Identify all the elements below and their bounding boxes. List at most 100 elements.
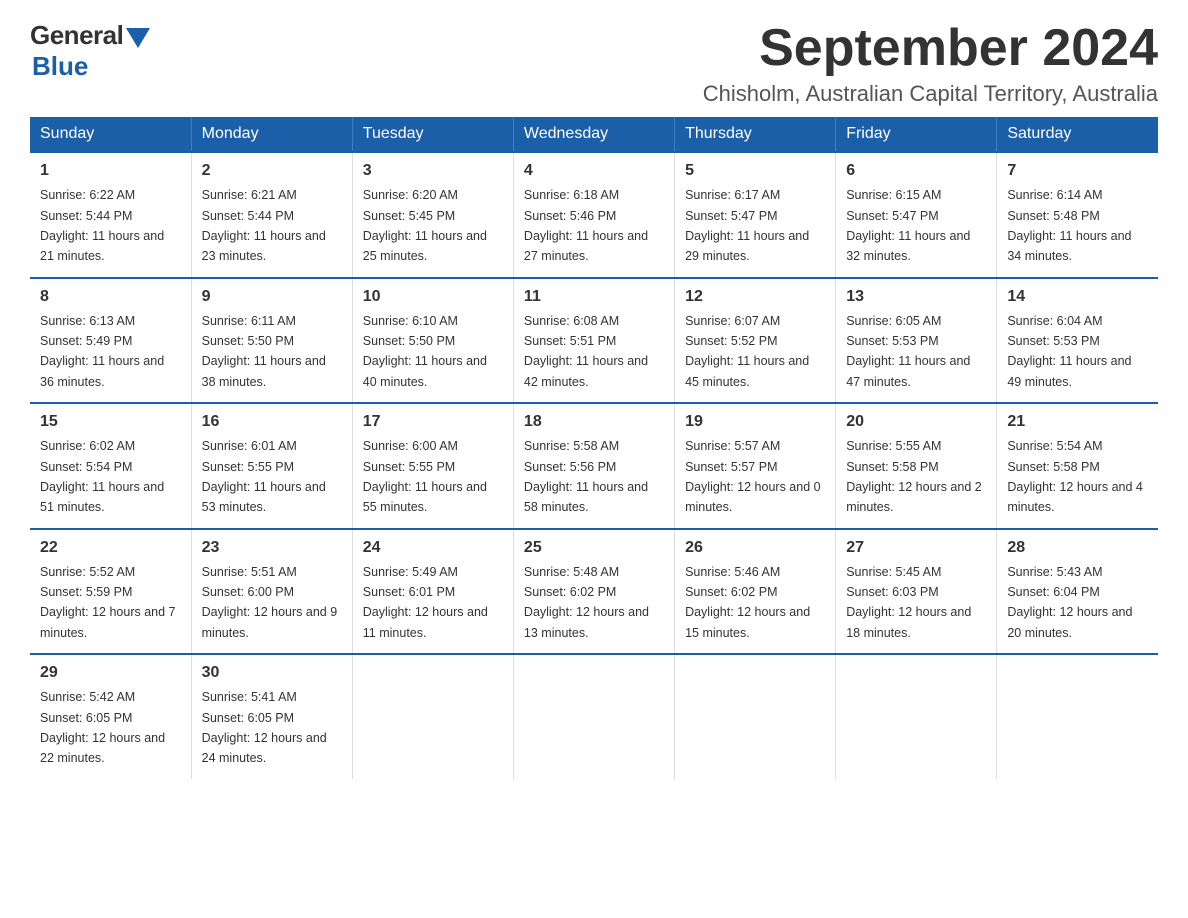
day-number: 19 <box>685 410 825 434</box>
logo-blue-text: Blue <box>32 51 88 82</box>
header-cell-sunday: Sunday <box>30 117 191 152</box>
calendar-cell <box>513 654 674 779</box>
day-number: 3 <box>363 159 503 183</box>
day-info: Sunrise: 6:05 AMSunset: 5:53 PMDaylight:… <box>846 314 970 389</box>
location-title: Chisholm, Australian Capital Territory, … <box>703 81 1158 107</box>
day-number: 24 <box>363 536 503 560</box>
calendar-cell: 3 Sunrise: 6:20 AMSunset: 5:45 PMDayligh… <box>352 152 513 278</box>
day-info: Sunrise: 6:15 AMSunset: 5:47 PMDaylight:… <box>846 188 970 263</box>
calendar-header-row: SundayMondayTuesdayWednesdayThursdayFrid… <box>30 117 1158 152</box>
calendar-table: SundayMondayTuesdayWednesdayThursdayFrid… <box>30 117 1158 779</box>
calendar-cell: 15 Sunrise: 6:02 AMSunset: 5:54 PMDaylig… <box>30 403 191 529</box>
month-title: September 2024 <box>703 20 1158 77</box>
day-number: 21 <box>1007 410 1148 434</box>
calendar-cell: 18 Sunrise: 5:58 AMSunset: 5:56 PMDaylig… <box>513 403 674 529</box>
day-info: Sunrise: 6:17 AMSunset: 5:47 PMDaylight:… <box>685 188 809 263</box>
calendar-cell: 23 Sunrise: 5:51 AMSunset: 6:00 PMDaylig… <box>191 529 352 655</box>
day-info: Sunrise: 6:14 AMSunset: 5:48 PMDaylight:… <box>1007 188 1131 263</box>
day-number: 5 <box>685 159 825 183</box>
day-number: 14 <box>1007 285 1148 309</box>
day-info: Sunrise: 5:48 AMSunset: 6:02 PMDaylight:… <box>524 565 649 640</box>
calendar-cell: 25 Sunrise: 5:48 AMSunset: 6:02 PMDaylig… <box>513 529 674 655</box>
day-number: 23 <box>202 536 342 560</box>
calendar-cell: 9 Sunrise: 6:11 AMSunset: 5:50 PMDayligh… <box>191 278 352 404</box>
day-info: Sunrise: 5:54 AMSunset: 5:58 PMDaylight:… <box>1007 439 1143 514</box>
day-info: Sunrise: 6:18 AMSunset: 5:46 PMDaylight:… <box>524 188 648 263</box>
calendar-cell: 20 Sunrise: 5:55 AMSunset: 5:58 PMDaylig… <box>836 403 997 529</box>
day-info: Sunrise: 6:04 AMSunset: 5:53 PMDaylight:… <box>1007 314 1131 389</box>
day-number: 18 <box>524 410 664 434</box>
calendar-cell: 21 Sunrise: 5:54 AMSunset: 5:58 PMDaylig… <box>997 403 1158 529</box>
day-info: Sunrise: 6:10 AMSunset: 5:50 PMDaylight:… <box>363 314 487 389</box>
day-number: 13 <box>846 285 986 309</box>
logo: General Blue <box>30 20 150 82</box>
day-number: 6 <box>846 159 986 183</box>
day-number: 22 <box>40 536 181 560</box>
day-info: Sunrise: 5:52 AMSunset: 5:59 PMDaylight:… <box>40 565 176 640</box>
day-number: 8 <box>40 285 181 309</box>
day-info: Sunrise: 6:21 AMSunset: 5:44 PMDaylight:… <box>202 188 326 263</box>
calendar-cell: 1 Sunrise: 6:22 AMSunset: 5:44 PMDayligh… <box>30 152 191 278</box>
calendar-week-row: 8 Sunrise: 6:13 AMSunset: 5:49 PMDayligh… <box>30 278 1158 404</box>
day-info: Sunrise: 5:49 AMSunset: 6:01 PMDaylight:… <box>363 565 488 640</box>
day-number: 28 <box>1007 536 1148 560</box>
calendar-cell: 24 Sunrise: 5:49 AMSunset: 6:01 PMDaylig… <box>352 529 513 655</box>
day-info: Sunrise: 5:41 AMSunset: 6:05 PMDaylight:… <box>202 690 327 765</box>
day-info: Sunrise: 6:02 AMSunset: 5:54 PMDaylight:… <box>40 439 164 514</box>
day-number: 16 <box>202 410 342 434</box>
day-info: Sunrise: 5:43 AMSunset: 6:04 PMDaylight:… <box>1007 565 1132 640</box>
day-number: 9 <box>202 285 342 309</box>
calendar-cell: 12 Sunrise: 6:07 AMSunset: 5:52 PMDaylig… <box>675 278 836 404</box>
day-info: Sunrise: 6:08 AMSunset: 5:51 PMDaylight:… <box>524 314 648 389</box>
calendar-week-row: 22 Sunrise: 5:52 AMSunset: 5:59 PMDaylig… <box>30 529 1158 655</box>
day-number: 7 <box>1007 159 1148 183</box>
day-number: 30 <box>202 661 342 685</box>
day-info: Sunrise: 5:51 AMSunset: 6:00 PMDaylight:… <box>202 565 338 640</box>
header-cell-saturday: Saturday <box>997 117 1158 152</box>
header-cell-tuesday: Tuesday <box>352 117 513 152</box>
day-info: Sunrise: 6:07 AMSunset: 5:52 PMDaylight:… <box>685 314 809 389</box>
day-number: 20 <box>846 410 986 434</box>
logo-triangle-icon <box>126 28 150 48</box>
day-info: Sunrise: 6:00 AMSunset: 5:55 PMDaylight:… <box>363 439 487 514</box>
calendar-cell: 6 Sunrise: 6:15 AMSunset: 5:47 PMDayligh… <box>836 152 997 278</box>
day-number: 12 <box>685 285 825 309</box>
day-number: 2 <box>202 159 342 183</box>
calendar-cell: 11 Sunrise: 6:08 AMSunset: 5:51 PMDaylig… <box>513 278 674 404</box>
calendar-cell: 28 Sunrise: 5:43 AMSunset: 6:04 PMDaylig… <box>997 529 1158 655</box>
header-cell-wednesday: Wednesday <box>513 117 674 152</box>
day-number: 17 <box>363 410 503 434</box>
calendar-cell: 16 Sunrise: 6:01 AMSunset: 5:55 PMDaylig… <box>191 403 352 529</box>
calendar-cell: 2 Sunrise: 6:21 AMSunset: 5:44 PMDayligh… <box>191 152 352 278</box>
calendar-cell <box>997 654 1158 779</box>
calendar-cell: 8 Sunrise: 6:13 AMSunset: 5:49 PMDayligh… <box>30 278 191 404</box>
calendar-cell: 19 Sunrise: 5:57 AMSunset: 5:57 PMDaylig… <box>675 403 836 529</box>
day-number: 1 <box>40 159 181 183</box>
calendar-cell: 22 Sunrise: 5:52 AMSunset: 5:59 PMDaylig… <box>30 529 191 655</box>
calendar-cell: 29 Sunrise: 5:42 AMSunset: 6:05 PMDaylig… <box>30 654 191 779</box>
calendar-cell: 17 Sunrise: 6:00 AMSunset: 5:55 PMDaylig… <box>352 403 513 529</box>
day-info: Sunrise: 5:58 AMSunset: 5:56 PMDaylight:… <box>524 439 648 514</box>
day-number: 27 <box>846 536 986 560</box>
calendar-week-row: 1 Sunrise: 6:22 AMSunset: 5:44 PMDayligh… <box>30 152 1158 278</box>
day-number: 11 <box>524 285 664 309</box>
day-info: Sunrise: 6:13 AMSunset: 5:49 PMDaylight:… <box>40 314 164 389</box>
day-number: 26 <box>685 536 825 560</box>
calendar-cell: 4 Sunrise: 6:18 AMSunset: 5:46 PMDayligh… <box>513 152 674 278</box>
calendar-cell: 13 Sunrise: 6:05 AMSunset: 5:53 PMDaylig… <box>836 278 997 404</box>
calendar-cell: 26 Sunrise: 5:46 AMSunset: 6:02 PMDaylig… <box>675 529 836 655</box>
day-number: 15 <box>40 410 181 434</box>
calendar-week-row: 15 Sunrise: 6:02 AMSunset: 5:54 PMDaylig… <box>30 403 1158 529</box>
day-number: 4 <box>524 159 664 183</box>
calendar-cell <box>836 654 997 779</box>
day-number: 25 <box>524 536 664 560</box>
day-info: Sunrise: 6:11 AMSunset: 5:50 PMDaylight:… <box>202 314 326 389</box>
day-info: Sunrise: 5:55 AMSunset: 5:58 PMDaylight:… <box>846 439 982 514</box>
day-number: 10 <box>363 285 503 309</box>
calendar-week-row: 29 Sunrise: 5:42 AMSunset: 6:05 PMDaylig… <box>30 654 1158 779</box>
day-number: 29 <box>40 661 181 685</box>
calendar-cell: 27 Sunrise: 5:45 AMSunset: 6:03 PMDaylig… <box>836 529 997 655</box>
calendar-cell: 5 Sunrise: 6:17 AMSunset: 5:47 PMDayligh… <box>675 152 836 278</box>
day-info: Sunrise: 6:20 AMSunset: 5:45 PMDaylight:… <box>363 188 487 263</box>
day-info: Sunrise: 5:45 AMSunset: 6:03 PMDaylight:… <box>846 565 971 640</box>
